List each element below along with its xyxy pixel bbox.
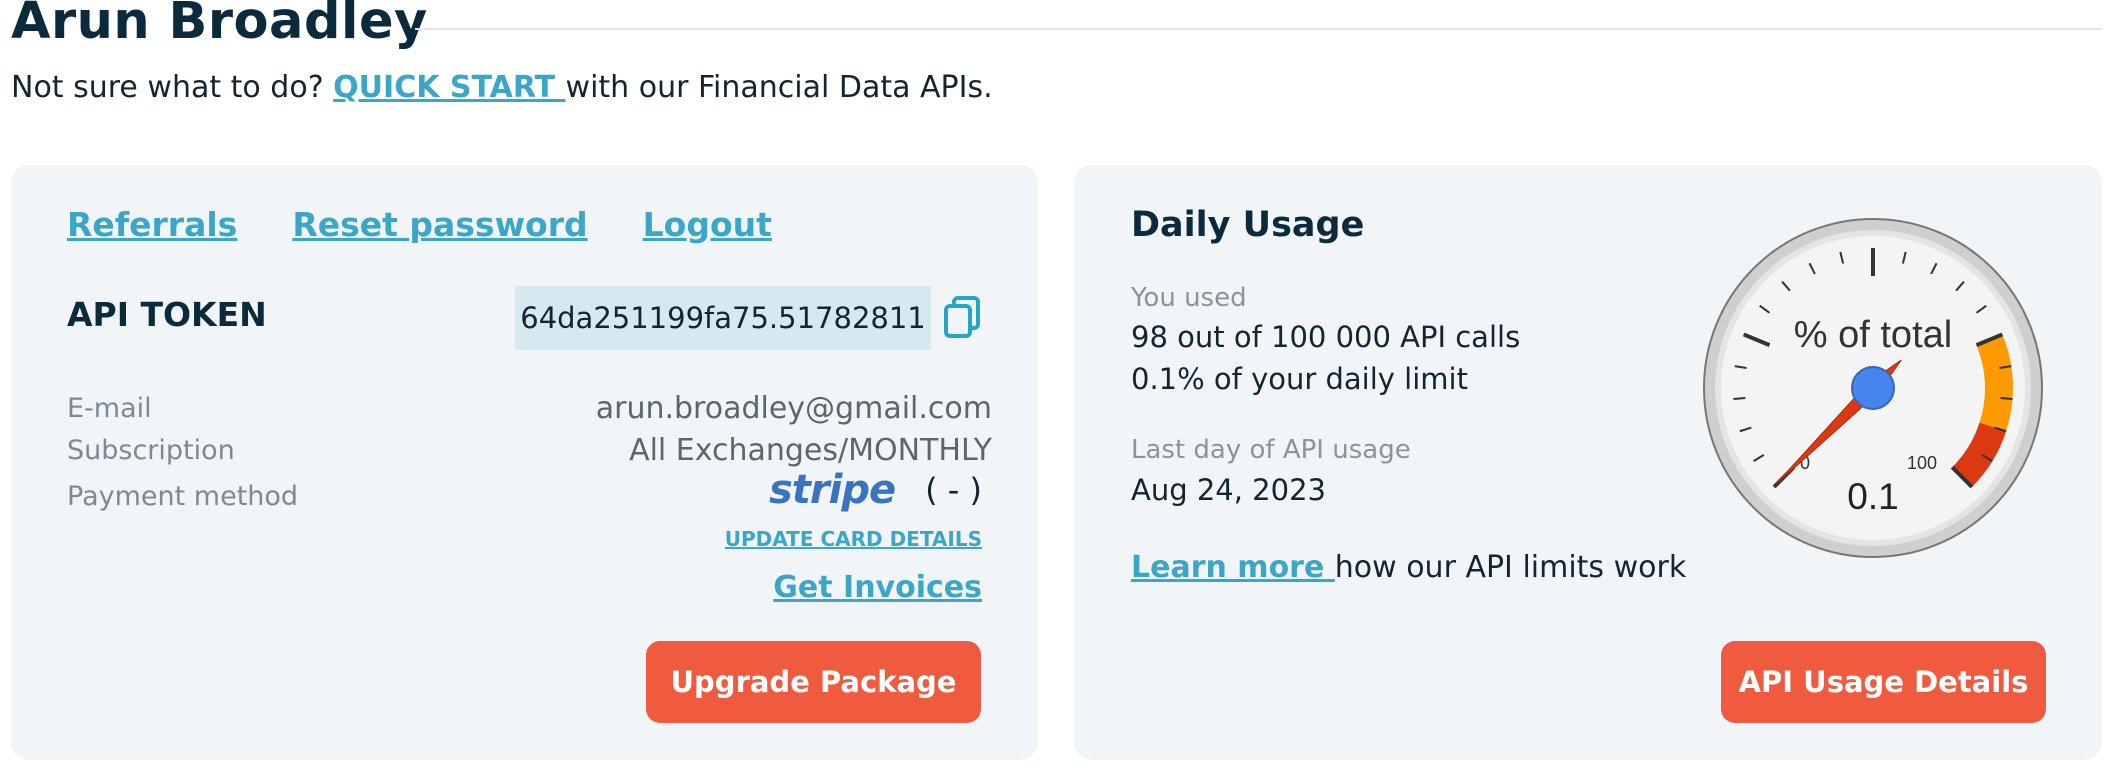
reset-password-link[interactable]: Reset password [292,205,587,244]
learn-more-suffix: how our API limits work [1334,550,1687,585]
last-day-label: Last day of API usage [1131,435,1411,465]
daily-usage-card: Daily Usage You used 98 out of 100 000 A… [1074,165,2102,760]
email-value: arun.broadley@gmail.com [595,391,992,426]
payment-label: Payment method [67,481,299,512]
email-label: E-mail [67,393,152,424]
subscription-label: Subscription [67,435,235,466]
upgrade-package-button[interactable]: Upgrade Package [646,641,981,723]
gauge-minor-tick [1733,397,1746,400]
quick-start-link[interactable]: QUICK START [333,70,565,105]
payment-suffix: ( - ) [925,471,982,509]
gauge-max-label: 100 [1907,453,1937,473]
learn-more-text: Learn more how our API limits work [1131,550,1686,585]
gauge-hub [1851,366,1895,410]
gauge-value: 0.1 [1847,476,1898,517]
gauge-label: % of total [1794,314,1952,356]
api-usage-details-button[interactable]: API Usage Details [1721,641,2046,723]
logout-link[interactable]: Logout [643,205,772,244]
last-day-value: Aug 24, 2023 [1131,473,1326,507]
stripe-logo: stripe [769,467,896,513]
subscription-value: All Exchanges/MONTHLY [629,433,992,468]
usage-gauge: % of total 0 100 0.1 [1703,218,2043,558]
you-used-label: You used [1131,283,1247,313]
update-card-link[interactable]: UPDATE CARD DETAILS [725,527,982,551]
get-invoices-link[interactable]: Get Invoices [773,570,982,605]
daily-limit-text: 0.1% of your daily limit [1131,362,1468,396]
referrals-link[interactable]: Referrals [67,205,237,244]
gauge-minor-tick [2000,397,2013,400]
page-title: Arun Broadley [11,0,428,51]
intro-suffix: with our Financial Data APIs. [565,70,993,105]
copy-icon[interactable] [943,295,983,339]
intro-prefix: Not sure what to do? [11,70,324,105]
daily-usage-title: Daily Usage [1131,205,1365,245]
intro-text: Not sure what to do? QUICK START with ou… [11,70,993,105]
api-token-value[interactable]: 64da251199fa75.51782811 [515,286,931,350]
learn-more-link[interactable]: Learn more [1131,550,1335,585]
title-divider [415,28,2102,30]
account-links: Referrals Reset password Logout [67,205,772,244]
payment-method: stripe ( - ) [769,467,982,513]
api-token-label: API TOKEN [67,295,267,334]
api-calls-text: 98 out of 100 000 API calls [1131,320,1521,354]
account-card: Referrals Reset password Logout API TOKE… [11,165,1038,760]
